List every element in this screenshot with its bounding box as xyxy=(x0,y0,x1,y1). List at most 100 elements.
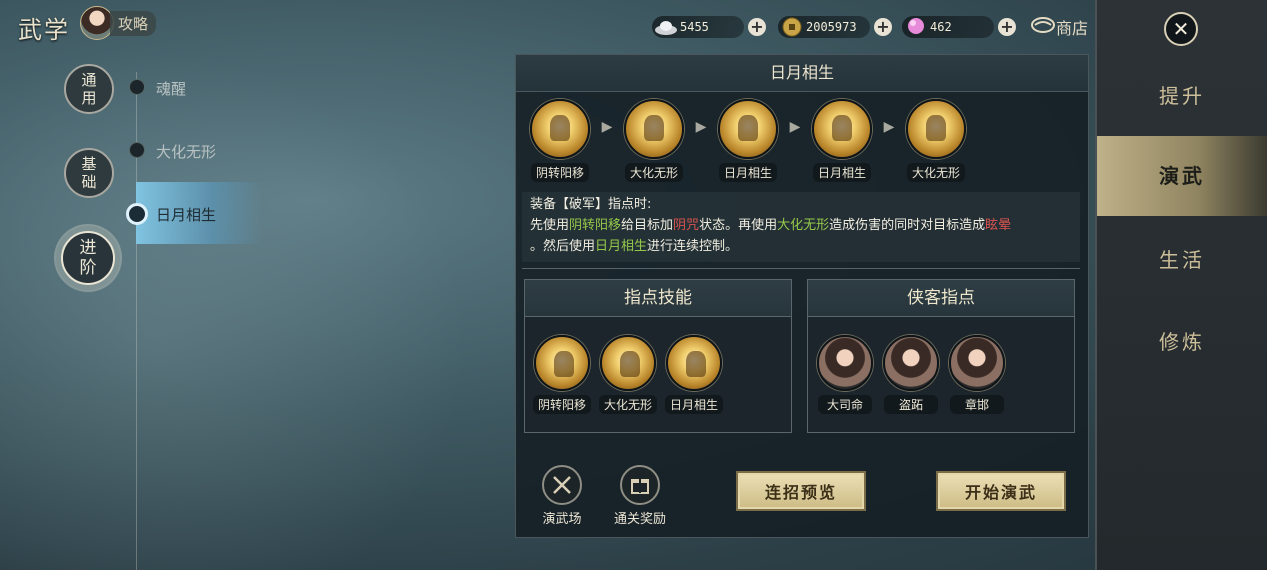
skill-icon xyxy=(534,335,590,391)
skill-icon xyxy=(600,335,656,391)
sub-dot xyxy=(129,79,145,95)
subitem-riyue-label: 日月相生 xyxy=(156,206,217,224)
hero-guides-title: 侠客指点 xyxy=(808,280,1074,317)
desc-text: 。然后使用 xyxy=(530,239,596,254)
tab-practice[interactable]: 演武 xyxy=(1097,136,1267,216)
combo-description: 装备【破军】指点时: 先使用阴转阳移给目标加阴咒状态。再使用大化无形造成伤害的同… xyxy=(522,192,1080,262)
skill-icon xyxy=(666,335,722,391)
hero-portrait[interactable]: 大司命 xyxy=(812,335,878,414)
start-practice-button[interactable]: 开始演武 xyxy=(936,471,1066,511)
desc-status-highlight: 眩晕 xyxy=(985,218,1012,233)
silver-ingot-icon xyxy=(654,17,678,37)
shop-label: 商店 xyxy=(1056,19,1089,38)
close-button[interactable]: ✕ xyxy=(1164,12,1198,46)
copper-value: 2005973 xyxy=(806,20,857,34)
skill-icon xyxy=(530,99,590,159)
combo-skill[interactable]: 大化无形 xyxy=(904,99,968,182)
copper-coin-icon xyxy=(780,17,804,37)
tab-upgrade[interactable]: 提升 xyxy=(1097,80,1267,109)
desc-text: 状态。再使用 xyxy=(699,218,778,233)
skill-caption: 大化无形 xyxy=(624,163,683,182)
currency-silver: 5455 + xyxy=(652,16,766,38)
hero-name: 章邯 xyxy=(950,395,1004,414)
desc-skill-highlight: 日月相生 xyxy=(595,239,648,254)
combo-skill[interactable]: 阴转阳移 xyxy=(528,99,592,182)
panel-title: 日月相生 xyxy=(516,55,1088,92)
combo-preview-button[interactable]: 连招预览 xyxy=(736,471,866,511)
skill-caption: 阴转阳移 xyxy=(530,163,589,182)
skill-icon xyxy=(624,99,684,159)
guided-skills-box: 指点技能 阴转阳移 大化无形 日月相生 xyxy=(524,279,792,433)
category-general-char2: 用 xyxy=(81,89,97,107)
category-basic[interactable]: 基 础 xyxy=(64,148,114,198)
guide-label: 攻略 xyxy=(110,10,157,36)
add-copper-button[interactable]: + xyxy=(874,18,892,36)
skill-caption: 日月相生 xyxy=(812,163,871,182)
desc-line1: 装备【破军】指点时: xyxy=(530,197,652,212)
category-advanced[interactable]: 进 阶 xyxy=(61,231,115,285)
hero-portrait[interactable]: 章邯 xyxy=(944,335,1010,414)
add-silver-button[interactable]: + xyxy=(748,18,766,36)
hero-guides-box: 侠客指点 大司命 盗跖 章邯 xyxy=(807,279,1075,433)
guide-button[interactable]: 攻略 xyxy=(80,6,157,40)
guided-skill[interactable]: 大化无形 xyxy=(595,335,661,414)
arrow-right-icon: ▶ xyxy=(601,119,613,135)
guided-skill[interactable]: 日月相生 xyxy=(661,335,727,414)
category-advanced-char2: 阶 xyxy=(79,258,97,278)
category-general[interactable]: 通 用 xyxy=(64,64,114,114)
sub-dot xyxy=(129,142,145,158)
pink-gem-icon xyxy=(904,17,928,37)
combo-skill[interactable]: 日月相生 xyxy=(810,99,874,182)
clear-reward-button[interactable]: 通关奖励 xyxy=(614,465,666,527)
add-gem-button[interactable]: + xyxy=(998,18,1016,36)
tab-cultivate[interactable]: 修炼 xyxy=(1097,326,1267,355)
desc-text: 造成伤害的同时对目标造成 xyxy=(829,218,986,233)
shop-button[interactable]: 商店 xyxy=(1030,15,1088,39)
category-advanced-char1: 进 xyxy=(79,238,97,258)
currency-copper: 2005973 + xyxy=(778,16,892,38)
subitem-riyue-selected[interactable]: 日月相生 xyxy=(126,182,262,244)
skill-icon xyxy=(718,99,778,159)
desc-status-highlight: 阴咒 xyxy=(673,218,700,233)
category-basic-char2: 础 xyxy=(81,173,97,191)
skill-caption: 阴转阳移 xyxy=(532,395,591,414)
combo-skill[interactable]: 大化无形 xyxy=(622,99,686,182)
gem-value: 462 xyxy=(930,20,952,34)
tab-life[interactable]: 生活 xyxy=(1097,244,1267,273)
skill-caption: 大化无形 xyxy=(906,163,965,182)
arena-button[interactable]: 演武场 xyxy=(542,465,582,527)
subitem-dahua[interactable]: 大化无形 xyxy=(156,141,216,162)
desc-skill-highlight: 大化无形 xyxy=(777,218,830,233)
hero-avatar xyxy=(949,335,1005,391)
skill-icon xyxy=(906,99,966,159)
gift-box-icon xyxy=(620,465,660,505)
divider xyxy=(522,268,1080,269)
desc-body: 先使用阴转阳移给目标加阴咒状态。再使用大化无形造成伤害的同时对目标造成眩晕。然后… xyxy=(530,215,1072,257)
page-title: 武学 xyxy=(18,16,70,44)
hero-name: 大司命 xyxy=(818,395,872,414)
close-icon: ✕ xyxy=(1172,17,1190,41)
selected-ring xyxy=(126,203,148,225)
arena-label: 演武场 xyxy=(542,512,582,527)
skill-icon xyxy=(812,99,872,159)
hero-portrait[interactable]: 盗跖 xyxy=(878,335,944,414)
guide-avatar xyxy=(80,6,114,40)
desc-text: 给目标加 xyxy=(621,218,674,233)
silver-value: 5455 xyxy=(680,20,709,34)
arrow-right-icon: ▶ xyxy=(883,119,895,135)
hero-name: 盗跖 xyxy=(884,395,938,414)
desc-text: 进行连续控制。 xyxy=(647,239,739,254)
currency-gem: 462 + xyxy=(902,16,1016,38)
desc-skill-highlight: 阴转阳移 xyxy=(569,218,622,233)
crossed-swords-icon xyxy=(542,465,582,505)
guided-skills-title: 指点技能 xyxy=(525,280,791,317)
combo-sequence: 阴转阳移 ▶ 大化无形 ▶ 日月相生 ▶ 日月相生 ▶ 大化无形 xyxy=(528,99,968,182)
skill-caption: 日月相生 xyxy=(664,395,723,414)
subitem-awaken[interactable]: 魂醒 xyxy=(156,78,186,99)
guided-skill[interactable]: 阴转阳移 xyxy=(529,335,595,414)
hero-avatar xyxy=(883,335,939,391)
combo-skill[interactable]: 日月相生 xyxy=(716,99,780,182)
shop-icon xyxy=(1030,15,1056,39)
desc-text: 先使用 xyxy=(530,218,570,233)
arrow-right-icon: ▶ xyxy=(789,119,801,135)
